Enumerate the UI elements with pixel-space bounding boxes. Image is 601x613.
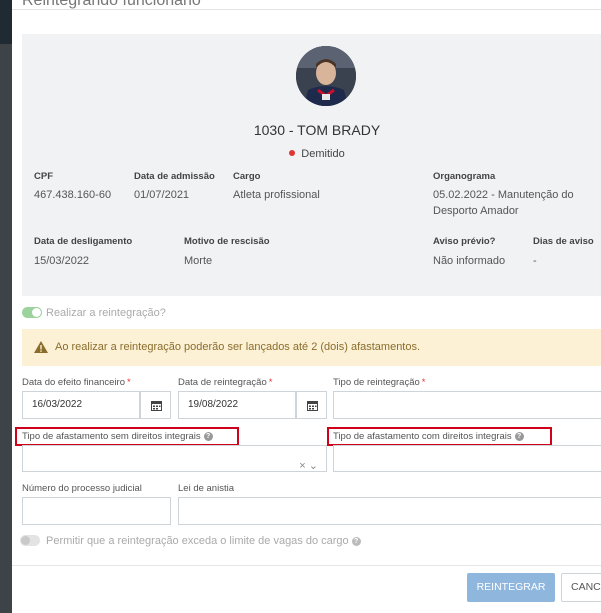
leave-type-without-rights-select[interactable]: × ⌄ — [22, 445, 327, 472]
financial-effect-date-label: Data do efeito financeiro * — [22, 377, 131, 388]
termination-date-label: Data de desligamento — [34, 236, 133, 247]
chevron-down-icon[interactable]: ⌄ — [309, 460, 318, 472]
required-mark: * — [421, 377, 426, 388]
notice-label: Aviso prévio? — [433, 236, 496, 247]
leave-type-with-rights-label: Tipo de afastamento com direitos integra… — [333, 431, 524, 442]
status-dot-icon — [289, 150, 296, 156]
termination-reason-value: Morte — [184, 255, 213, 267]
toggle-knob — [32, 308, 41, 317]
employee-profile-card: 1030 - TOM BRADY Demitido CPF 467.438.16… — [22, 34, 601, 296]
reintegration-modal: Reintegrando funcionário 1030 - TOM BRAD… — [12, 0, 601, 613]
leave-type-with-rights-select[interactable] — [333, 445, 601, 472]
reintegrar-button[interactable]: REINTEGRAR — [467, 573, 555, 602]
termination-date-value: 15/03/2022 — [34, 255, 90, 267]
employee-avatar — [296, 46, 356, 106]
termination-reason-label: Motivo de rescisão — [184, 236, 270, 247]
employee-name: 1030 - TOM BRADY — [253, 122, 381, 138]
permitir-exceder-toggle[interactable] — [20, 535, 40, 546]
permitir-exceder-label-text: Permitir que a reintegração exceda o lim… — [46, 535, 349, 547]
notice-days-label: Dias de aviso — [533, 236, 594, 247]
realizar-reintegracao-label: Realizar a reintegração? — [46, 307, 166, 319]
leave-type-without-rights-label: Tipo de afastamento sem direitos integra… — [22, 431, 213, 442]
reintegration-type-label-text: Tipo de reintegração — [333, 377, 420, 388]
position-label: Cargo — [233, 171, 261, 182]
leave-type-without-rights-text: Tipo de afastamento sem direitos integra… — [22, 431, 201, 442]
select-controls: × ⌄ — [299, 453, 318, 479]
notice-value: Não informado — [433, 255, 506, 267]
reintegration-date-label-text: Data de reintegração — [178, 377, 267, 388]
required-mark: * — [126, 377, 131, 388]
help-icon[interactable]: ? — [203, 432, 213, 441]
notice-days-value: - — [533, 255, 537, 267]
org-chart-value-line1: 05.02.2022 - Manutenção do — [433, 189, 574, 201]
judicial-process-label: Número do processo judicial — [22, 483, 142, 494]
warning-alert: Ao realizar a reintegração poderão ser l… — [22, 329, 601, 366]
judicial-process-input[interactable] — [22, 497, 171, 525]
backdrop-header-strip — [0, 0, 12, 44]
modal-backdrop[interactable] — [0, 0, 12, 613]
help-icon[interactable]: ? — [514, 432, 524, 441]
amnesty-law-label: Lei de anistia — [178, 483, 234, 494]
amnesty-law-input[interactable] — [178, 497, 601, 525]
help-icon[interactable]: ? — [351, 537, 361, 546]
reintegration-type-label: Tipo de reintegração * — [333, 377, 426, 388]
cpf-value: 467.438.160-60 — [34, 189, 112, 201]
financial-effect-date-label-text: Data do efeito financeiro — [22, 377, 125, 388]
warning-icon — [34, 341, 48, 353]
reintegration-calendar-button[interactable] — [296, 391, 327, 419]
calendar-icon — [151, 401, 162, 411]
footer-divider — [12, 565, 601, 566]
permitir-exceder-label: Permitir que a reintegração exceda o lim… — [46, 535, 361, 547]
employee-status-text: Demitido — [301, 148, 345, 160]
calendar-icon — [307, 401, 318, 411]
alert-text: Ao realizar a reintegração poderão ser l… — [55, 341, 421, 353]
leave-type-with-rights-text: Tipo de afastamento com direitos integra… — [333, 431, 512, 442]
org-chart-value-line2: Desporto Amador — [433, 205, 519, 217]
employee-status: Demitido — [22, 148, 601, 160]
avatar-photo-icon — [296, 46, 356, 106]
financial-effect-date-input[interactable]: 16/03/2022 — [22, 391, 140, 419]
financial-effect-calendar-button[interactable] — [140, 391, 171, 419]
clear-icon[interactable]: × — [299, 460, 305, 472]
cancel-button[interactable]: CANCELAR — [561, 573, 601, 602]
reintegration-type-select[interactable] — [333, 391, 601, 419]
realizar-reintegracao-toggle[interactable] — [22, 307, 42, 318]
org-chart-label: Organograma — [433, 171, 496, 182]
admission-date-label: Data de admissão — [134, 171, 215, 182]
title-divider — [12, 9, 601, 10]
position-value: Atleta profissional — [233, 189, 320, 201]
reintegration-date-label: Data de reintegração * — [178, 377, 272, 388]
admission-date-value: 01/07/2021 — [134, 189, 190, 201]
required-mark: * — [268, 377, 273, 388]
toggle-knob — [21, 536, 30, 545]
reintegration-date-input[interactable]: 19/08/2022 — [178, 391, 296, 419]
cpf-label: CPF — [34, 171, 53, 182]
